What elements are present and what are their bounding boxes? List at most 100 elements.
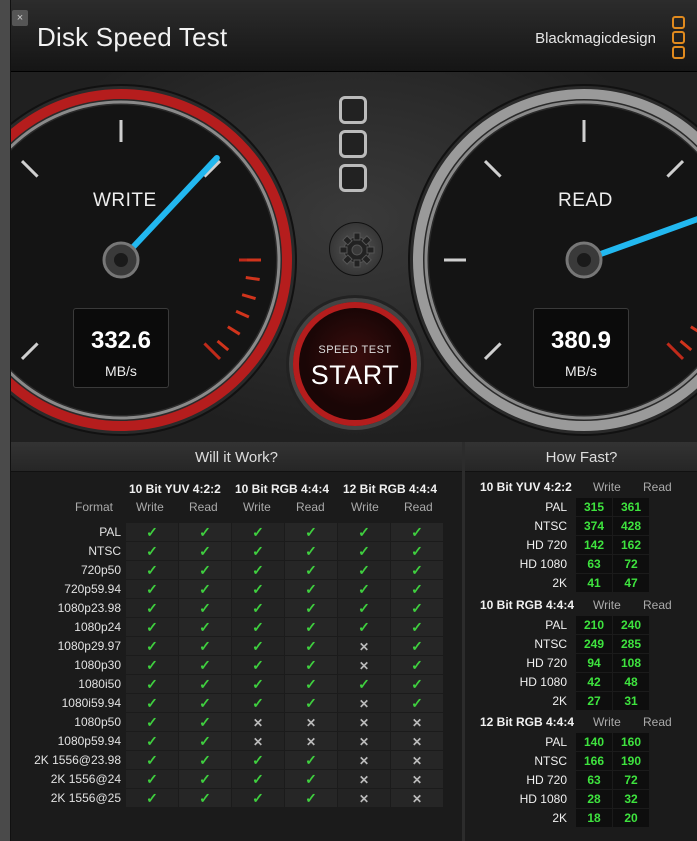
supported-cell: ✓ [391, 580, 443, 598]
write-speed-cell: 63 [576, 555, 612, 573]
how-fast-read-header: Read [643, 480, 672, 494]
supported-cell: ✓ [126, 732, 178, 750]
supported-cell: ✓ [179, 523, 231, 541]
format-row: 720p50 ✓ ✓ ✓ ✓ ✓ ✓ [18, 561, 443, 579]
check-icon: ✓ [252, 789, 264, 806]
check-icon: ✓ [358, 580, 370, 597]
read-speed-cell: 32 [613, 790, 649, 808]
unsupported-cell: ✕ [338, 732, 390, 750]
supported-cell: ✓ [338, 561, 390, 579]
format-label: 2K 1556@24 [18, 770, 125, 788]
check-icon: ✓ [199, 770, 211, 787]
check-icon: ✓ [411, 561, 423, 578]
write-gauge-hub-center [114, 253, 128, 267]
cross-icon: ✕ [358, 754, 370, 768]
check-icon: ✓ [358, 561, 370, 578]
supported-cell: ✓ [338, 580, 390, 598]
start-button-big-label: START [310, 360, 400, 390]
check-icon: ✓ [305, 656, 317, 673]
read-speed-cell: 72 [613, 771, 649, 789]
speed-row-label: HD 1080 [497, 790, 575, 808]
check-icon: ✓ [146, 580, 158, 597]
speed-row-label: NTSC [497, 517, 575, 535]
cross-icon: ✕ [252, 716, 264, 730]
supported-cell: ✓ [179, 618, 231, 636]
supported-cell: ✓ [232, 770, 284, 788]
supported-cell: ✓ [126, 656, 178, 674]
settings-button[interactable] [329, 222, 383, 276]
unsupported-cell: ✕ [391, 713, 443, 731]
gear-tooth [353, 232, 361, 241]
how-fast-table: PAL 210 240 NTSC 249 285 HD 720 94 108 HD 1080 42 4… [496, 615, 650, 711]
supported-cell: ✓ [285, 523, 337, 541]
gear-tooth [353, 259, 361, 268]
check-icon: ✓ [146, 656, 158, 673]
check-icon: ✓ [411, 656, 423, 673]
close-icon[interactable]: × [12, 10, 28, 26]
supported-cell: ✓ [232, 694, 284, 712]
supported-cell: ✓ [179, 770, 231, 788]
supported-cell: ✓ [285, 789, 337, 807]
supported-cell: ✓ [232, 599, 284, 617]
read-speed-cell: 428 [613, 517, 649, 535]
write-speed-cell: 142 [576, 536, 612, 554]
check-icon: ✓ [358, 542, 370, 559]
check-icon: ✓ [252, 561, 264, 578]
check-icon: ✓ [146, 732, 158, 749]
format-label: 2K 1556@25 [18, 789, 125, 807]
group-header-rgb444-12: 12 Bit RGB 4:4:4 [343, 482, 438, 496]
write-speed-cell: 166 [576, 752, 612, 770]
gear-tooth [339, 246, 348, 254]
check-icon: ✓ [146, 789, 158, 806]
blackmagic-logo-icon [672, 16, 686, 61]
unsupported-cell: ✕ [391, 732, 443, 750]
unsupported-cell: ✕ [338, 637, 390, 655]
speed-row: NTSC 374 428 [497, 517, 649, 535]
supported-cell: ✓ [232, 656, 284, 674]
write-speed-cell: 18 [576, 809, 612, 827]
speed-row: 2K 18 20 [497, 809, 649, 827]
check-icon: ✓ [252, 656, 264, 673]
supported-cell: ✓ [126, 599, 178, 617]
will-it-work-header: Will it Work? [11, 442, 462, 472]
read-col-2: Read [296, 500, 325, 514]
check-icon: ✓ [146, 713, 158, 730]
speed-row: HD 1080 63 72 [497, 555, 649, 573]
unsupported-cell: ✕ [338, 770, 390, 788]
speed-test-start-button[interactable]: SPEED TEST START [293, 302, 417, 426]
write-col-3: Write [351, 500, 379, 514]
speed-row-label: 2K [497, 574, 575, 592]
supported-cell: ✓ [391, 523, 443, 541]
check-icon: ✓ [146, 542, 158, 559]
how-fast-write-header: Write [593, 480, 621, 494]
write-gauge-red-tick [245, 276, 260, 281]
supported-cell: ✓ [285, 656, 337, 674]
check-icon: ✓ [411, 637, 423, 654]
write-gauge-label: WRITE [93, 190, 157, 211]
cross-icon: ✕ [358, 792, 370, 806]
check-icon: ✓ [305, 561, 317, 578]
supported-cell: ✓ [179, 751, 231, 769]
supported-cell: ✓ [179, 637, 231, 655]
supported-cell: ✓ [179, 694, 231, 712]
speed-row: HD 1080 28 32 [497, 790, 649, 808]
supported-cell: ✓ [179, 580, 231, 598]
supported-cell: ✓ [285, 675, 337, 693]
write-speed-value: 332.6 [90, 327, 152, 354]
supported-cell: ✓ [179, 656, 231, 674]
unsupported-cell: ✕ [338, 789, 390, 807]
check-icon: ✓ [411, 542, 423, 559]
check-icon: ✓ [305, 542, 317, 559]
supported-cell: ✓ [391, 542, 443, 560]
read-speed-cell: 108 [613, 654, 649, 672]
speed-row-label: HD 1080 [497, 555, 575, 573]
unsupported-cell: ✕ [285, 732, 337, 750]
write-speed-cell: 28 [576, 790, 612, 808]
check-icon: ✓ [199, 561, 211, 578]
check-icon: ✓ [146, 694, 158, 711]
speed-row: 2K 27 31 [497, 692, 649, 710]
supported-cell: ✓ [232, 789, 284, 807]
check-icon: ✓ [411, 618, 423, 635]
speed-row: 2K 41 47 [497, 574, 649, 592]
check-icon: ✓ [146, 561, 158, 578]
